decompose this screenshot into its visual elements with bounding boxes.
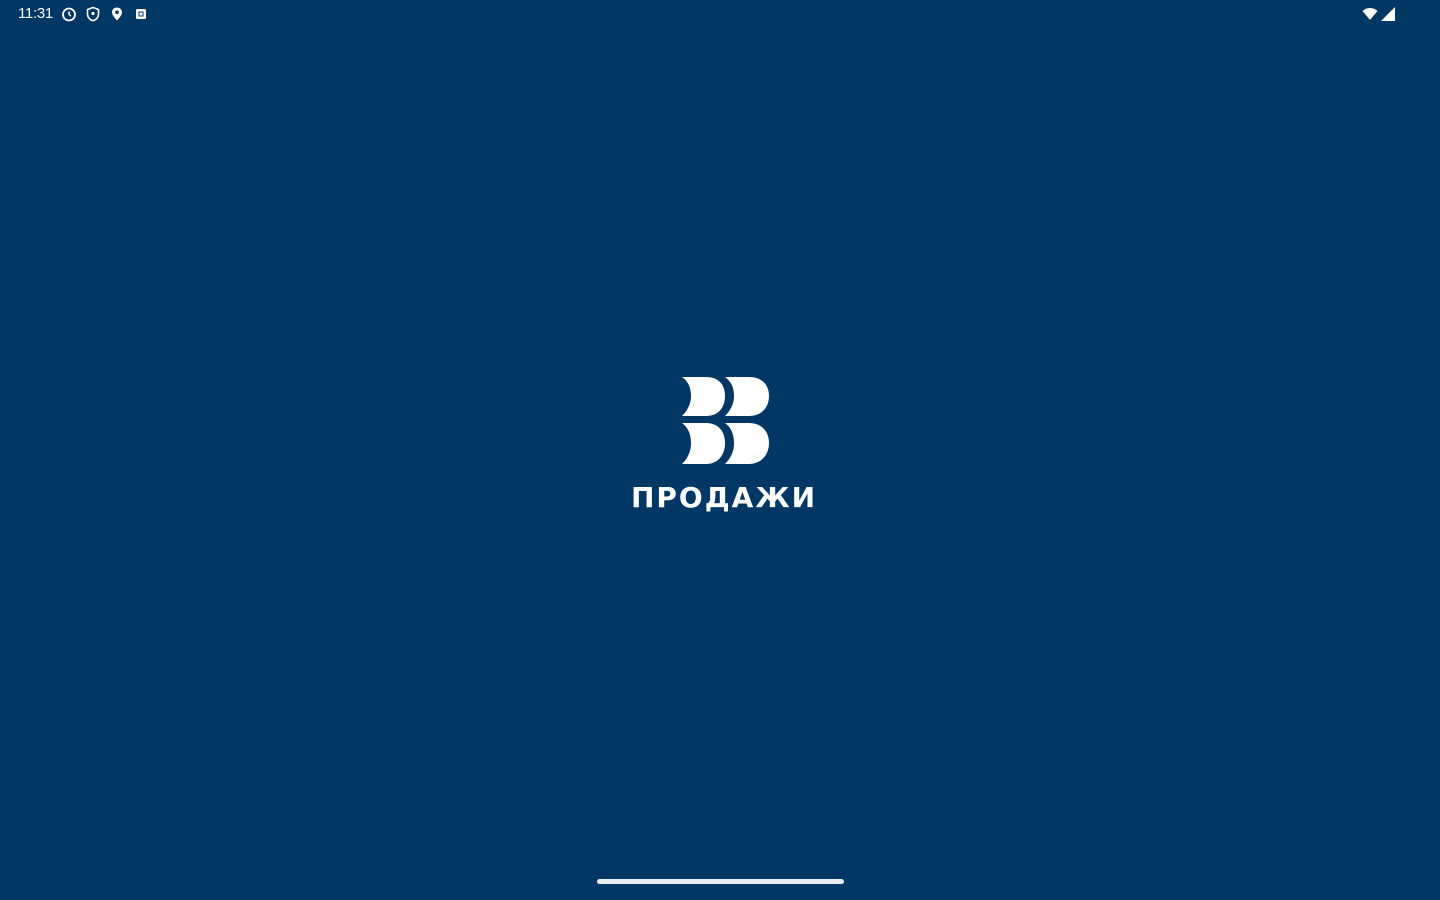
splash-screen: 11:31 ПРОДАЖИ — [0, 0, 1440, 900]
home-gesture-bar[interactable] — [597, 879, 844, 884]
brand-logo-mark — [682, 377, 769, 464]
app-name: ПРОДАЖИ — [630, 481, 818, 514]
splash-content: ПРОДАЖИ — [0, 0, 1440, 900]
